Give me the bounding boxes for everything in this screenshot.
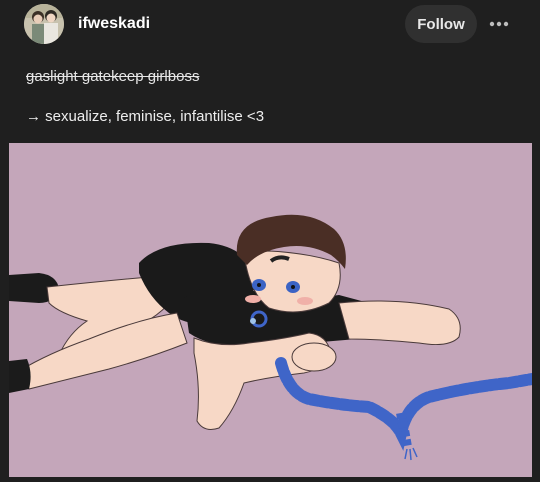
post: ifweskadi Follow gaslight gatekeep girlb…: [0, 0, 540, 482]
avatar[interactable]: [24, 4, 64, 44]
avatar-image: [24, 4, 64, 44]
username-link[interactable]: ifweskadi: [78, 15, 150, 33]
follow-button[interactable]: Follow: [405, 5, 477, 43]
artwork-illustration: [9, 143, 532, 477]
post-header: ifweskadi Follow: [0, 0, 540, 50]
post-body-text: → sexualize, feminise, infantilise <3: [26, 108, 265, 125]
post-artwork[interactable]: [9, 143, 532, 477]
strikethrough-text: gaslight gatekeep girlboss: [26, 68, 200, 85]
ellipsis-icon[interactable]: [488, 14, 510, 34]
post-footer-edge: [0, 477, 540, 482]
